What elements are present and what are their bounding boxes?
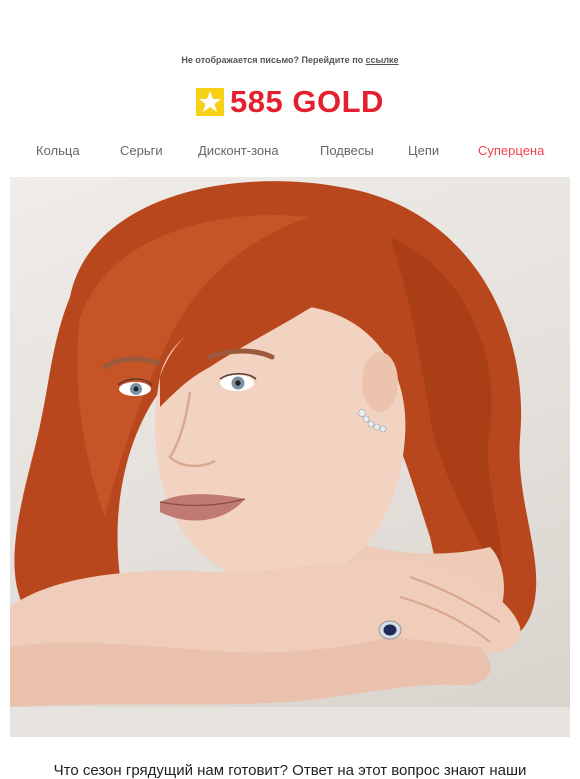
hero-photo[interactable] <box>10 177 570 737</box>
nav-item-pendants[interactable]: Подвесы <box>320 143 374 158</box>
intro-text: Что сезон грядущий нам готовит? Ответ на… <box>53 762 527 779</box>
nav-item-rings[interactable]: Кольца <box>36 143 80 158</box>
nav-item-discount-zone[interactable]: Дисконт-зона <box>198 143 279 158</box>
preheader: Не отображается письмо? Перейдите по ссы… <box>0 55 580 65</box>
hero-illustration <box>10 181 570 737</box>
view-online-link[interactable]: ссылке <box>366 55 399 65</box>
star-logo-icon <box>196 87 225 116</box>
nav-item-chains[interactable]: Цепи <box>408 143 439 158</box>
category-nav: Кольца Серьги Дисконт-зона Подвесы Цепи … <box>0 143 580 159</box>
brand-logo[interactable]: 585 GOLD <box>0 86 580 117</box>
nav-item-super-price[interactable]: Суперцена <box>478 143 544 158</box>
preheader-text: Не отображается письмо? Перейдите по <box>181 55 364 65</box>
ring <box>378 620 402 640</box>
nav-item-earrings[interactable]: Серьги <box>120 143 163 158</box>
brand-name: 585 GOLD <box>230 84 384 119</box>
